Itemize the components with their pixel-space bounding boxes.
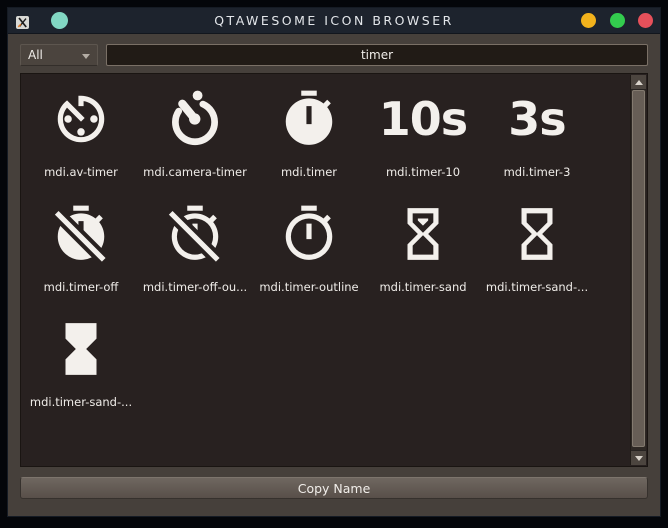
search-input[interactable]: [106, 44, 648, 66]
icon-cell-av-timer[interactable]: mdi.av-timer: [24, 87, 138, 202]
icon-label: mdi.timer-sand-...: [29, 395, 133, 409]
icon-grid: mdi.av-timer mdi.camera-timer mdi.timer …: [21, 74, 647, 432]
app-window: QTAWESOME ICON BROWSER All mdi.av-timer: [8, 8, 660, 516]
icon-cell-timer-10[interactable]: 10s mdi.timer-10: [366, 87, 480, 202]
filter-selected-value: All: [28, 48, 43, 62]
icon-cell-timer-off-outline[interactable]: mdi.timer-off-ou...: [138, 202, 252, 317]
icon-cell-timer[interactable]: mdi.timer: [252, 87, 366, 202]
timer-10-icon: 10s: [378, 92, 468, 146]
icon-set-filter-dropdown[interactable]: All: [20, 44, 98, 66]
icon-label: mdi.timer-3: [503, 165, 571, 179]
timer-sand-empty-icon: [505, 202, 569, 266]
timer-icon: [277, 87, 341, 151]
icon-cell-timer-sand-empty[interactable]: mdi.timer-sand-...: [480, 202, 594, 317]
scrollbar-down-button[interactable]: [631, 450, 646, 465]
icon-label: mdi.timer-off-ou...: [142, 280, 248, 294]
icon-label: mdi.timer-off: [43, 280, 119, 294]
icon-label: mdi.camera-timer: [143, 165, 247, 179]
icon-label: mdi.timer-outline: [259, 280, 359, 294]
arrow-up-icon: [634, 79, 643, 85]
minimize-button[interactable]: [581, 13, 596, 28]
window-title: QTAWESOME ICON BROWSER: [214, 13, 454, 28]
maximize-button[interactable]: [610, 13, 625, 28]
chevron-down-icon: [82, 54, 90, 59]
av-timer-icon: [49, 87, 113, 151]
close-button[interactable]: [638, 13, 653, 28]
timer-off-icon: [49, 202, 113, 266]
timer-sand-icon: [391, 202, 455, 266]
copy-name-button[interactable]: Copy Name: [20, 477, 648, 499]
icon-cell-timer-outline[interactable]: mdi.timer-outline: [252, 202, 366, 317]
icon-list-view[interactable]: mdi.av-timer mdi.camera-timer mdi.timer …: [20, 73, 648, 467]
icon-label: mdi.timer-sand: [379, 280, 467, 294]
scrollbar-thumb[interactable]: [632, 90, 645, 447]
icon-cell-timer-off[interactable]: mdi.timer-off: [24, 202, 138, 317]
icon-cell-timer-3[interactable]: 3s mdi.timer-3: [480, 87, 594, 202]
camera-timer-icon: [163, 87, 227, 151]
timer-outline-icon: [277, 202, 341, 266]
arrow-down-icon: [634, 455, 643, 461]
timer-3-icon: 3s: [508, 92, 566, 146]
icon-label: mdi.timer-sand-...: [485, 280, 589, 294]
icon-label: mdi.av-timer: [44, 165, 118, 179]
vertical-scrollbar[interactable]: [630, 75, 646, 465]
titlebar[interactable]: QTAWESOME ICON BROWSER: [8, 8, 660, 34]
timer-sand-full-icon: [49, 317, 113, 381]
icon-cell-camera-timer[interactable]: mdi.camera-timer: [138, 87, 252, 202]
toolbar: All: [8, 34, 660, 73]
icon-cell-timer-sand-full[interactable]: mdi.timer-sand-...: [24, 317, 138, 432]
icon-cell-timer-sand[interactable]: mdi.timer-sand: [366, 202, 480, 317]
icon-label: mdi.timer-10: [385, 165, 461, 179]
scrollbar-up-button[interactable]: [631, 75, 646, 90]
icon-label: mdi.timer: [280, 165, 338, 179]
timer-off-outline-icon: [163, 202, 227, 266]
